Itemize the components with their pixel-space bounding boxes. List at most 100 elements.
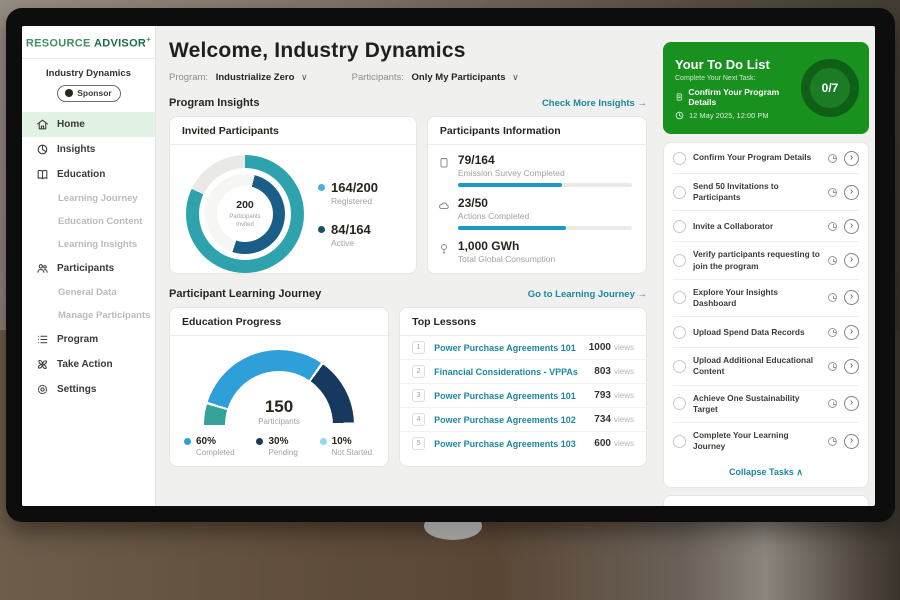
todo-item[interactable]: Verify participants requesting to join t… xyxy=(673,242,859,279)
todo-checkbox[interactable] xyxy=(673,186,686,199)
program-filter-value[interactable]: Industrialize Zero xyxy=(216,72,295,83)
stat-global-consumption: 1,000 GWh Total Global Consumption xyxy=(438,239,632,264)
todo-progress-ring: 0/7 xyxy=(801,59,859,117)
sidebar-item-home[interactable]: Home xyxy=(22,112,155,137)
sidebar-item-general-data[interactable]: General Data xyxy=(22,281,155,304)
todo-item[interactable]: Invite a Collaborator › xyxy=(673,211,859,242)
check-more-insights-link[interactable]: Check More Insights → xyxy=(542,98,647,109)
todo-item[interactable]: Complete Your Learning Journey › xyxy=(673,423,859,459)
sidebar-item-education[interactable]: Education xyxy=(22,162,155,187)
task-doc-icon xyxy=(675,92,683,102)
sidebar-item-label: Participants xyxy=(57,263,114,274)
legend-item-registered: 164/200 Registered xyxy=(318,180,378,206)
participants-information-title: Participants Information xyxy=(428,117,646,145)
chevron-right-button[interactable]: › xyxy=(844,151,859,166)
sidebar-item-label: Learning Insights xyxy=(58,239,137,250)
lesson-link[interactable]: Financial Considerations - VPPAs xyxy=(434,367,594,377)
todo-checkbox[interactable] xyxy=(673,254,686,267)
brand-logo: RESOURCE ADVISOR+ xyxy=(22,35,155,50)
progress-fill xyxy=(458,226,566,230)
monitor-bezel: RESOURCE ADVISOR+ Industry Dynamics Spon… xyxy=(6,8,895,522)
lesson-row: 4 Power Purchase Agreements 102 734 view… xyxy=(400,408,646,432)
pending-label: Pending xyxy=(268,448,297,457)
participants-filter[interactable]: Participants: Only My Participants ∨ xyxy=(352,72,519,83)
todo-checkbox[interactable] xyxy=(673,152,686,165)
lesson-link[interactable]: Power Purchase Agreements 101 xyxy=(434,391,594,401)
participants-filter-value[interactable]: Only My Participants xyxy=(412,72,506,83)
clock-icon xyxy=(828,399,837,408)
todo-checkbox[interactable] xyxy=(673,220,686,233)
chevron-right-button[interactable]: › xyxy=(844,185,859,200)
sidebar-item-label: Insights xyxy=(57,144,95,155)
todo-item-label: Send 50 Invitations to Participants xyxy=(693,181,821,203)
lesson-row: 1 Power Purchase Agreements 101 1000 vie… xyxy=(400,336,646,360)
collapse-tasks-link[interactable]: Collapse Tasks ∧ xyxy=(673,459,859,487)
recent-news-title: Recent News xyxy=(674,505,858,506)
chevron-right-button[interactable]: › xyxy=(844,253,859,268)
program-filter[interactable]: Program: Industrialize Zero ∨ xyxy=(169,72,308,83)
todo-checkbox[interactable] xyxy=(673,397,686,410)
program-insights-title: Program Insights xyxy=(169,97,259,109)
todo-checkbox[interactable] xyxy=(673,360,686,373)
page-title: Welcome, Industry Dynamics xyxy=(169,39,647,63)
stat-actions-completed: 23/50 Actions Completed xyxy=(438,196,632,230)
actions-completed-label: Actions Completed xyxy=(458,211,632,221)
sidebar-item-learning-journey[interactable]: Learning Journey xyxy=(22,187,155,210)
sidebar-item-participants[interactable]: Participants xyxy=(22,256,155,281)
sidebar-item-take-action[interactable]: Take Action xyxy=(22,352,155,377)
chevron-right-button[interactable]: › xyxy=(844,325,859,340)
global-consumption-label: Total Global Consumption xyxy=(458,254,632,264)
chevron-right-button[interactable]: › xyxy=(844,219,859,234)
lesson-row: 3 Power Purchase Agreements 101 793 view… xyxy=(400,384,646,408)
learning-cards-row: Education Progress 150 Participants xyxy=(169,307,647,467)
top-lessons-card: Top Lessons 1 Power Purchase Agreements … xyxy=(399,307,647,467)
program-filter-label: Program: xyxy=(169,72,208,83)
chevron-right-button[interactable]: › xyxy=(844,396,859,411)
sidebar-item-learning-insights[interactable]: Learning Insights xyxy=(22,233,155,256)
sidebar-item-manage-participants[interactable]: Manage Participants xyxy=(22,304,155,327)
sidebar-item-settings[interactable]: Settings xyxy=(22,377,155,402)
sidebar-item-insights[interactable]: Insights xyxy=(22,137,155,162)
todo-item-label: Upload Additional Educational Content xyxy=(693,355,821,377)
participants-filter-label: Participants: xyxy=(352,72,404,83)
insights-cards-row: Invited Participants 200 ParticipantsInv… xyxy=(169,116,647,274)
sidebar-item-label: Education xyxy=(57,169,105,180)
todo-summary-card: Your To Do List Complete Your Next Task:… xyxy=(663,42,869,134)
sidebar-item-education-content[interactable]: Education Content xyxy=(22,210,155,233)
todo-item[interactable]: Explore Your Insights Dashboard › xyxy=(673,280,859,317)
main-content: Welcome, Industry Dynamics Program: Indu… xyxy=(156,26,661,506)
clock-icon xyxy=(828,328,837,337)
sidebar-item-program[interactable]: Program xyxy=(22,327,155,352)
todo-item[interactable]: Send 50 Invitations to Participants › xyxy=(673,174,859,211)
chevron-right-button[interactable]: › xyxy=(844,359,859,374)
lesson-row: 2 Financial Considerations - VPPAs 803 v… xyxy=(400,360,646,384)
todo-item[interactable]: Achieve One Sustainability Target › xyxy=(673,386,859,423)
actions-completed-value: 23/50 xyxy=(458,196,632,210)
todo-item[interactable]: Upload Additional Educational Content › xyxy=(673,348,859,385)
chevron-up-icon: ∧ xyxy=(796,467,803,477)
todo-item[interactable]: Upload Spend Data Records › xyxy=(673,317,859,348)
go-to-learning-journey-link[interactable]: Go to Learning Journey → xyxy=(528,289,647,300)
legend-item-completed: 60% Completed xyxy=(184,436,235,457)
invited-participants-title: Invited Participants xyxy=(170,117,416,145)
sponsor-icon xyxy=(65,89,73,97)
filter-bar: Program: Industrialize Zero ∨ Participan… xyxy=(169,72,647,83)
lesson-link[interactable]: Power Purchase Agreements 103 xyxy=(434,439,594,449)
lesson-link[interactable]: Power Purchase Agreements 101 xyxy=(434,343,589,353)
invited-participants-card: Invited Participants 200 ParticipantsInv… xyxy=(169,116,417,274)
home-icon xyxy=(36,118,49,131)
chevron-down-icon[interactable]: ∨ xyxy=(301,72,308,82)
todo-checkbox[interactable] xyxy=(673,435,686,448)
todo-item[interactable]: Confirm Your Program Details › xyxy=(673,143,859,174)
chevron-right-button[interactable]: › xyxy=(844,434,859,449)
todo-checkbox[interactable] xyxy=(673,291,686,304)
chevron-down-icon[interactable]: ∨ xyxy=(512,72,519,82)
recent-news-card: Recent News xyxy=(663,495,869,506)
lesson-link[interactable]: Power Purchase Agreements 102 xyxy=(434,415,594,425)
chevron-right-button[interactable]: › xyxy=(844,290,859,305)
not-started-pct: 10% xyxy=(332,436,372,447)
todo-checkbox[interactable] xyxy=(673,326,686,339)
pending-dot-icon xyxy=(256,438,263,445)
education-legend: 60% Completed 30% Pending 10% Not Starte… xyxy=(170,426,388,457)
active-value: 84/164 xyxy=(331,222,371,237)
